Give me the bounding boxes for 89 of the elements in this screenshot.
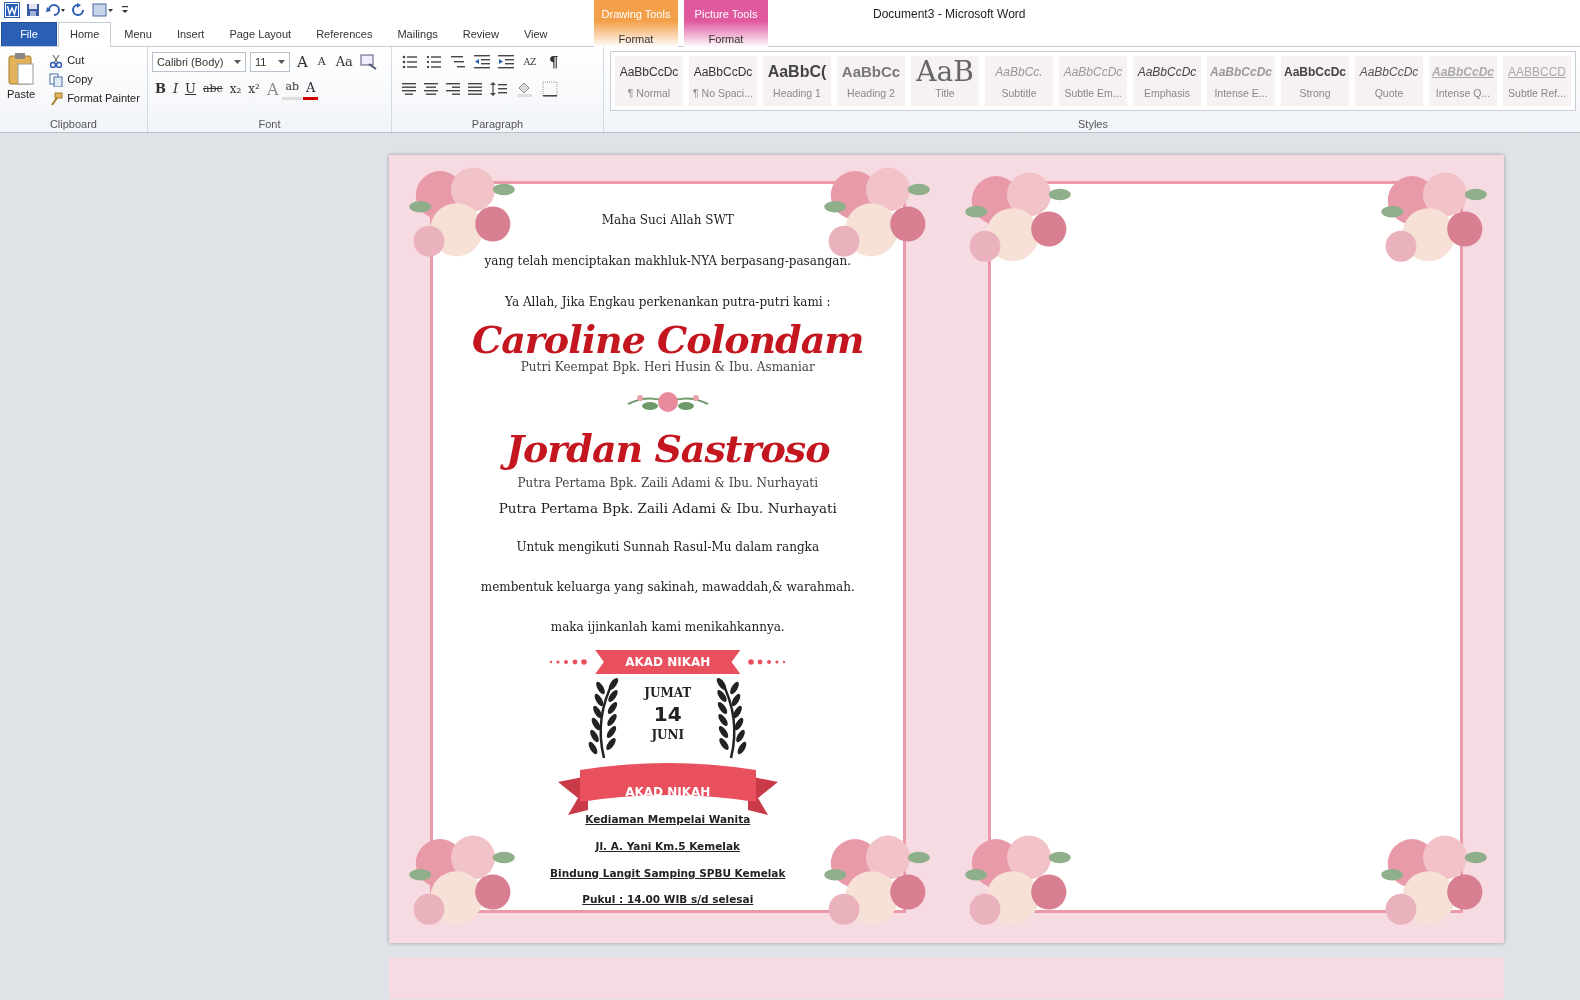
venue-detail: Bindung Langit Samping SPBU Kemelak <box>550 865 786 881</box>
font-highlight-button[interactable]: ab <box>282 78 303 100</box>
prayer-line: Untuk mengikuti Sunnah Rasul-Mu dalam rangka <box>516 539 820 557</box>
font-name-field[interactable]: Calibri (Body) <box>151 52 246 72</box>
borders-icon[interactable] <box>542 81 558 97</box>
venue-detail: Jl. A. Yani Km.5 Kemelak <box>595 838 740 854</box>
font-strike-button[interactable]: abc <box>200 78 226 100</box>
copy-button[interactable]: Copy <box>46 72 143 88</box>
ribbon-tab[interactable]: Review <box>450 21 511 46</box>
ribbon-tab[interactable]: Insert <box>164 21 217 46</box>
font-sub-button[interactable]: x₂ <box>226 78 245 100</box>
font-color-button[interactable]: A <box>303 78 319 100</box>
redo-icon[interactable] <box>72 3 86 17</box>
bullets-icon[interactable] <box>402 54 418 70</box>
sort-button[interactable]: AZ <box>522 51 538 73</box>
group-label: Font <box>257 117 282 132</box>
groom-name: Jordan Sastroso <box>500 424 836 474</box>
day-label: JUMAT <box>644 685 692 703</box>
style-item[interactable]: AaBbCcDc ¶ Normal <box>615 56 683 106</box>
paint-bucket-icon[interactable] <box>516 81 534 97</box>
verse-line: yang telah menciptakan makhluk-NYA berpasang-pasangan. <box>484 253 852 270</box>
style-item[interactable]: AaBbCcDc ¶ No Spaci... <box>689 56 757 106</box>
dots-icon <box>549 658 588 667</box>
ribbon-tab[interactable]: Format <box>701 28 751 48</box>
venue-detail: Kediaman Mempelai Wanita <box>585 812 751 828</box>
dropdown-arrow-icon <box>233 60 241 64</box>
verse-line: Maha Suci Allah SWT <box>601 212 734 229</box>
align-center-icon[interactable] <box>424 82 438 96</box>
window-icon[interactable] <box>92 3 114 17</box>
group-label: Paragraph <box>470 117 525 132</box>
multilevel-list-icon[interactable] <box>450 54 466 70</box>
increase-indent-icon[interactable] <box>498 54 514 70</box>
align-right-icon[interactable] <box>446 82 460 96</box>
month-label: JUNI <box>651 727 685 745</box>
ribbon-tab[interactable]: Menu <box>112 21 164 46</box>
ribbon-tab[interactable]: View <box>511 21 560 46</box>
clipboard-icon <box>7 52 36 86</box>
group-label: Clipboard <box>48 117 98 132</box>
style-item[interactable]: AaBbCcDc Strong <box>1281 56 1349 106</box>
ribbon-tab[interactable]: Mailings <box>385 21 450 46</box>
font-bold-button[interactable]: B <box>151 78 169 100</box>
style-item[interactable]: AaBbC( Heading 1 <box>763 56 831 106</box>
decrease-indent-icon[interactable] <box>474 54 490 70</box>
copy-icon <box>49 73 64 87</box>
event-banner: AKAD NIKAH <box>595 650 741 675</box>
font-underline-button[interactable]: U <box>182 78 199 100</box>
parents-caption: Putra Pertama Bpk. Zaili Adami & Ibu. Nurhayati <box>517 474 818 492</box>
scissors-icon <box>49 54 64 68</box>
parents-caption: Putri Keempat Bpk. Heri Husin & Ibu. Asmaniar <box>520 359 815 377</box>
dots-icon <box>748 658 787 667</box>
parents-line: Putra Pertama Bpk. Zaili Adami & Ibu. Nurhayati <box>498 498 837 518</box>
verse-line: Ya Allah, Jika Engkau perkenankan putra-putri kami : <box>504 294 831 311</box>
paintbrush-icon <box>49 92 64 106</box>
line-spacing-icon[interactable] <box>490 81 508 97</box>
align-left-icon[interactable] <box>402 82 416 96</box>
font-size-field[interactable]: 11 <box>249 52 290 72</box>
contextual-group-label: Drawing Tools <box>600 7 672 22</box>
font-italic-button[interactable]: I <box>169 78 182 100</box>
ribbon-label: AKAD NIKAH <box>624 784 712 802</box>
ribbon-tab[interactable]: Format <box>611 28 661 48</box>
date-number: 14 <box>653 702 682 727</box>
ribbon-tab[interactable]: Page Layout <box>217 21 304 46</box>
style-item[interactable]: AaBbCcDc Emphasis <box>1133 56 1201 106</box>
window-title: Document3 - Microsoft Word <box>873 6 1026 23</box>
ribbon-tab[interactable]: Home <box>58 21 112 47</box>
style-item[interactable]: AaBbCcDc Quote <box>1355 56 1423 106</box>
cut-button[interactable]: Cut <box>46 53 143 69</box>
group-label: Styles <box>1077 117 1109 132</box>
ribbon-tab[interactable]: References <box>304 21 385 46</box>
prayer-line: membentuk keluarga yang sakinah, mawaddah,& warahmah. <box>480 579 855 597</box>
style-item[interactable]: AaBbCc Heading 2 <box>837 56 905 106</box>
dropdown-arrow-icon <box>277 60 285 64</box>
contextual-group-label: Picture Tools <box>693 7 759 22</box>
paste-button[interactable]: Paste <box>4 51 39 116</box>
font-shrink-button[interactable]: A <box>314 51 329 73</box>
format-painter-button[interactable]: Format Painter <box>46 91 143 107</box>
venue-detail: Pukul : 14.00 WIB s/d selesai <box>582 892 754 908</box>
show-marks-button[interactable]: ¶ <box>546 51 562 73</box>
style-item[interactable]: AaB Title <box>911 56 979 106</box>
clear-formatting-icon[interactable] <box>359 54 378 70</box>
ribbon-tab[interactable]: File <box>1 21 57 46</box>
font-grow-button[interactable]: A <box>293 51 311 73</box>
font-case-button[interactable]: Aa <box>332 51 356 73</box>
font-sup-button[interactable]: x² <box>245 78 263 100</box>
save-icon[interactable] <box>26 3 40 17</box>
prayer-line: maka ijinkanlah kami menikahkannya. <box>550 619 785 637</box>
bride-name: Caroline Colondam <box>470 316 865 362</box>
undo-icon[interactable] <box>46 3 66 17</box>
justify-icon[interactable] <box>468 82 482 96</box>
